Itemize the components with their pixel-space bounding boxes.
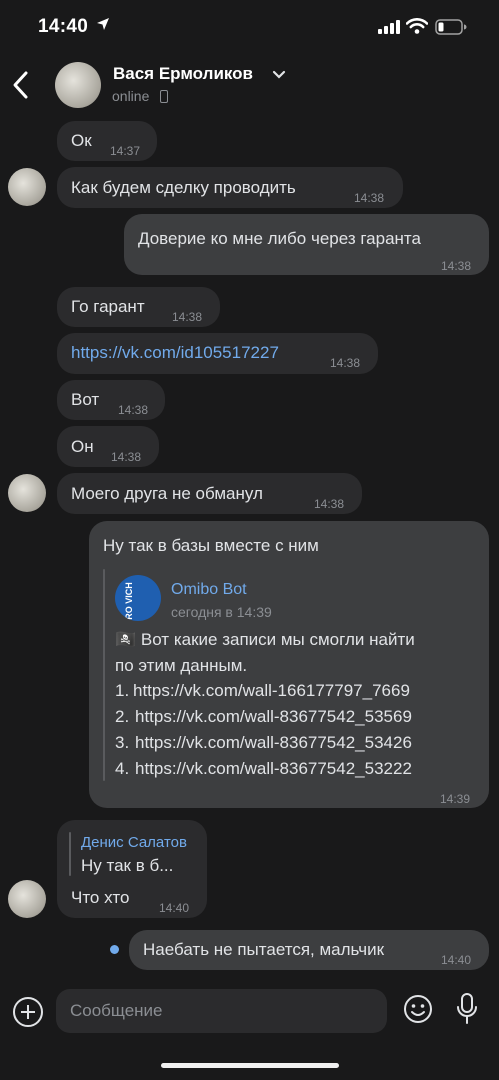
message-text: Доверие ко мне либо через гаранта xyxy=(138,229,421,248)
forwarded-link[interactable]: https://vk.com/wall-83677542_53569 xyxy=(135,706,412,728)
unread-indicator xyxy=(110,945,119,954)
message-text: Наебать не пытается, мальчик xyxy=(143,940,385,959)
list-number: 2. xyxy=(115,707,130,726)
back-icon[interactable] xyxy=(10,70,32,100)
list-number: 4. xyxy=(115,759,130,778)
message-bubble[interactable]: Денис Салатов Ну так в б... Что хто 14:4… xyxy=(57,820,207,918)
message-time: 14:39 xyxy=(440,792,471,806)
forwarded-text-line: по этим данным. xyxy=(115,656,248,675)
cellular-signal-icon xyxy=(378,20,400,34)
message-bubble[interactable]: Он 14:38 xyxy=(57,426,159,467)
message-bubble[interactable]: Ну так в базы вместе с ним PRO VICH Omib… xyxy=(89,521,489,808)
contact-status: online xyxy=(112,88,150,104)
emoji-icon[interactable] xyxy=(403,994,433,1024)
status-bar: 14:40 xyxy=(0,0,499,56)
message-bubble[interactable]: Моего друга не обманул 14:38 xyxy=(57,473,362,514)
contact-avatar[interactable] xyxy=(55,62,101,108)
sender-avatar[interactable] xyxy=(8,474,46,512)
forwarded-author[interactable]: Omibo Bot xyxy=(171,579,247,601)
message-text: Он xyxy=(71,437,94,456)
message-time: 14:37 xyxy=(110,144,141,158)
reply-bar xyxy=(69,832,71,876)
message-text: Ну так в базы вместе с ним xyxy=(103,536,319,555)
message-text: Что хто xyxy=(71,888,130,907)
forwarded-bar xyxy=(103,569,105,781)
message-input-placeholder: Сообщение xyxy=(70,1001,163,1020)
message-time: 14:38 xyxy=(172,310,203,324)
microphone-icon[interactable] xyxy=(455,992,479,1026)
message-time: 14:38 xyxy=(111,450,142,464)
bot-avatar-text: PRO VICH xyxy=(123,582,134,621)
bot-avatar[interactable]: PRO VICH xyxy=(115,575,161,621)
forwarded-text-line: 🏴‍☠️ Вот какие записи мы смогли найти xyxy=(115,630,415,649)
reply-text: Ну так в б... xyxy=(81,856,174,875)
message-link[interactable]: https://vk.com/id105517227 xyxy=(71,342,279,364)
message-text: Ок xyxy=(71,131,92,150)
message-time: 14:38 xyxy=(118,403,149,417)
forwarded-link[interactable]: https://vk.com/wall-166177797_7669 xyxy=(133,680,410,702)
message-bubble[interactable]: Доверие ко мне либо через гаранта 14:38 xyxy=(124,214,489,275)
forwarded-date: сегодня в 14:39 xyxy=(171,604,272,620)
message-bubble[interactable]: https://vk.com/id105517227 14:38 xyxy=(57,333,378,374)
message-bubble[interactable]: Вот 14:38 xyxy=(57,380,165,420)
message-time: 14:38 xyxy=(314,497,345,511)
home-indicator[interactable] xyxy=(161,1063,339,1068)
message-text: Моего друга не обманул xyxy=(71,484,263,503)
message-text: Го гарант xyxy=(71,297,145,316)
status-time: 14:40 xyxy=(38,16,89,37)
forwarded-link[interactable]: https://vk.com/wall-83677542_53426 xyxy=(135,732,412,754)
message-bubble[interactable]: Ок 14:37 xyxy=(57,121,157,161)
message-time: 14:38 xyxy=(330,356,361,370)
message-input[interactable]: Сообщение xyxy=(56,989,387,1033)
message-text: Как будем сделку проводить xyxy=(71,178,296,197)
message-time: 14:40 xyxy=(159,901,190,915)
message-text: Вот xyxy=(71,390,100,409)
list-number: 1. xyxy=(115,681,130,700)
list-number: 3. xyxy=(115,733,130,752)
chevron-down-icon[interactable] xyxy=(272,70,286,80)
battery-icon xyxy=(435,19,467,35)
chat-header: Вася Ермоликов online xyxy=(0,56,499,120)
contact-name[interactable]: Вася Ермоликов xyxy=(113,64,253,84)
sender-avatar[interactable] xyxy=(8,880,46,918)
message-bubble[interactable]: Наебать не пытается, мальчик 14:40 xyxy=(129,930,489,970)
location-arrow-icon xyxy=(97,18,109,30)
forwarded-link[interactable]: https://vk.com/wall-83677542_53222 xyxy=(135,758,412,780)
reply-author[interactable]: Денис Салатов xyxy=(81,832,187,854)
message-time: 14:38 xyxy=(441,259,472,273)
wifi-icon xyxy=(406,18,428,34)
message-time: 14:40 xyxy=(441,953,472,967)
mobile-phone-icon xyxy=(160,90,168,103)
message-composer: Сообщение xyxy=(0,984,499,1044)
message-bubble[interactable]: Го гарант 14:38 xyxy=(57,287,220,327)
attach-plus-icon[interactable] xyxy=(13,997,43,1027)
sender-avatar[interactable] xyxy=(8,168,46,206)
message-bubble[interactable]: Как будем сделку проводить 14:38 xyxy=(57,167,403,208)
message-time: 14:38 xyxy=(354,191,385,205)
